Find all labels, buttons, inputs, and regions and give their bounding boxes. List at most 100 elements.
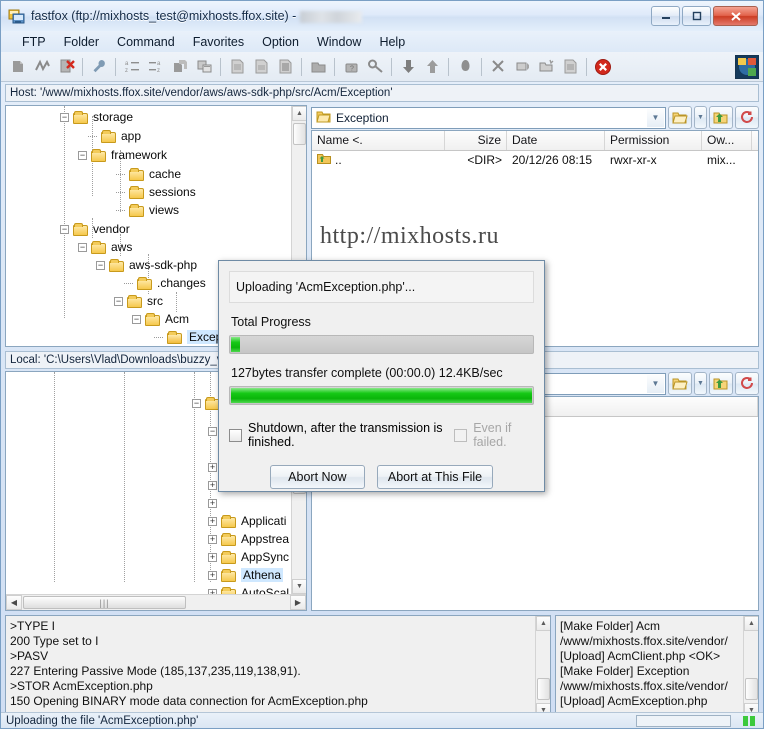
menu-window[interactable]: Window	[308, 33, 370, 51]
tree-node-collapsed[interactable]: +	[208, 494, 221, 512]
delete-icon[interactable]	[487, 56, 509, 78]
scroll-thumb[interactable]: |||	[23, 596, 186, 609]
menu-command[interactable]: Command	[108, 33, 184, 51]
remote-path-combo[interactable]: Exception ▼	[311, 106, 666, 129]
tree-node-applicati[interactable]: + Applicati	[208, 512, 286, 530]
folder-sync-icon[interactable]	[307, 56, 329, 78]
expand-toggle[interactable]: +	[208, 498, 217, 508]
scroll-up-arrow[interactable]: ▲	[744, 616, 758, 631]
collapse-toggle[interactable]: −	[78, 242, 87, 252]
queue-log-vscrollbar[interactable]: ▲ ▼	[743, 616, 758, 718]
scroll-down-arrow[interactable]: ▼	[292, 579, 306, 594]
chevron-down-icon[interactable]: ▼	[647, 374, 664, 393]
tree-node-athena[interactable]: + Athena	[208, 566, 284, 584]
collapse-toggle[interactable]: −	[208, 426, 217, 436]
collapse-toggle[interactable]: −	[192, 398, 201, 408]
scroll-right-arrow[interactable]: ▶	[290, 595, 306, 610]
sort-ascending-icon[interactable]: az	[121, 56, 143, 78]
mirror-icon[interactable]	[193, 56, 215, 78]
menu-ftp[interactable]: FTP	[13, 33, 55, 51]
scroll-thumb[interactable]	[537, 678, 550, 700]
lock-icon[interactable]: ?	[340, 56, 362, 78]
download-icon[interactable]	[397, 56, 419, 78]
abort-now-button[interactable]: Abort Now	[269, 465, 365, 489]
column-header-size[interactable]: Size	[445, 131, 507, 150]
expand-toggle[interactable]: +	[208, 516, 217, 526]
chevron-down-icon[interactable]: ▼	[647, 108, 664, 127]
menu-favorites[interactable]: Favorites	[184, 33, 253, 51]
view-file-icon[interactable]	[226, 56, 248, 78]
column-header-owner[interactable]: Ow...	[702, 131, 752, 150]
stop-icon[interactable]	[454, 56, 476, 78]
key-icon[interactable]	[364, 56, 386, 78]
settings-wrench-icon[interactable]	[88, 56, 110, 78]
tree-node-appstrea[interactable]: + Appstrea	[208, 530, 289, 548]
connect-icon[interactable]	[7, 56, 29, 78]
local-open-folder-dropdown-button[interactable]: ▼	[694, 372, 707, 395]
scroll-up-arrow[interactable]: ▲	[292, 106, 306, 121]
collapse-toggle[interactable]: −	[60, 224, 69, 234]
tree-node-storage[interactable]: − storage	[60, 108, 133, 126]
table-row[interactable]: .. <DIR> 20/12/26 08:15 rwxr-xr-x mix...	[312, 151, 758, 169]
tree-node-vendor[interactable]: − vendor	[60, 220, 130, 238]
rename-icon[interactable]	[511, 56, 533, 78]
refresh-button[interactable]	[735, 106, 759, 129]
collapse-toggle[interactable]: −	[114, 296, 123, 306]
properties-icon[interactable]	[559, 56, 581, 78]
transfer-queue-log[interactable]: [Make Folder] Acm /www/mixhosts.ffox.sit…	[555, 615, 759, 719]
open-folder-button[interactable]	[668, 106, 692, 129]
tree-node-aws[interactable]: − aws	[78, 238, 132, 256]
tree-node-framework[interactable]: − framework	[78, 146, 167, 164]
folder-up-button[interactable]	[709, 106, 733, 129]
command-log-vscrollbar[interactable]: ▲ ▼	[535, 616, 550, 718]
local-tree-hscrollbar[interactable]: ◀ ||| ▶	[6, 594, 306, 610]
local-open-folder-button[interactable]	[668, 372, 692, 395]
tree-node-aws-sdk-php[interactable]: − aws-sdk-php	[96, 256, 197, 274]
tree-node-changes[interactable]: .changes	[124, 274, 206, 292]
quick-connect-icon[interactable]	[31, 56, 53, 78]
tree-node-appsync[interactable]: + AppSync	[208, 548, 289, 566]
copy-icon[interactable]	[169, 56, 191, 78]
minimize-button[interactable]	[651, 6, 680, 26]
tree-node-sessions[interactable]: sessions	[116, 183, 196, 201]
abort-icon[interactable]	[592, 56, 614, 78]
compare-file-icon[interactable]	[274, 56, 296, 78]
tree-node-src[interactable]: − src	[114, 292, 163, 310]
tree-node-app[interactable]: app	[88, 127, 141, 145]
scroll-left-arrow[interactable]: ◀	[6, 595, 22, 610]
menu-option[interactable]: Option	[253, 33, 308, 51]
tree-node-views[interactable]: views	[116, 201, 179, 219]
collapse-toggle[interactable]: −	[96, 260, 105, 270]
expand-toggle[interactable]: +	[208, 480, 217, 490]
ftp-command-log[interactable]: >TYPE I 200 Type set to I >PASV 227 Ente…	[5, 615, 551, 719]
scroll-thumb[interactable]	[293, 123, 306, 145]
collapse-toggle[interactable]: −	[60, 112, 69, 122]
abort-at-this-file-button[interactable]: Abort at This File	[376, 465, 494, 489]
local-folder-up-button[interactable]	[709, 372, 733, 395]
shutdown-checkbox[interactable]	[229, 428, 242, 442]
collapse-toggle[interactable]: −	[78, 150, 87, 160]
upload-progress-dialog[interactable]: Uploading 'AcmException.php'... Total Pr…	[218, 260, 545, 492]
edit-file-icon[interactable]	[250, 56, 272, 78]
expand-toggle[interactable]: +	[208, 552, 217, 562]
tree-node-acm[interactable]: − Acm	[132, 310, 189, 328]
scroll-thumb[interactable]	[745, 678, 758, 700]
menu-folder[interactable]: Folder	[55, 33, 108, 51]
open-folder-dropdown-button[interactable]: ▼	[694, 106, 707, 129]
upload-icon[interactable]	[421, 56, 443, 78]
column-header-date[interactable]: Date	[507, 131, 605, 150]
scroll-up-arrow[interactable]: ▲	[536, 616, 550, 631]
expand-toggle[interactable]: +	[208, 534, 217, 544]
column-header-name[interactable]: Name <.	[312, 131, 445, 150]
new-folder-icon[interactable]	[535, 56, 557, 78]
expand-toggle[interactable]: +	[208, 570, 217, 580]
local-refresh-button[interactable]	[735, 372, 759, 395]
column-header-permission[interactable]: Permission	[605, 131, 702, 150]
tree-node-cache[interactable]: cache	[116, 165, 181, 183]
disconnect-icon[interactable]	[55, 56, 77, 78]
sort-descending-icon[interactable]: az	[145, 56, 167, 78]
even-if-failed-checkbox[interactable]	[454, 428, 468, 442]
collapse-toggle[interactable]: −	[132, 314, 141, 324]
menu-help[interactable]: Help	[370, 33, 414, 51]
maximize-button[interactable]	[682, 6, 711, 26]
